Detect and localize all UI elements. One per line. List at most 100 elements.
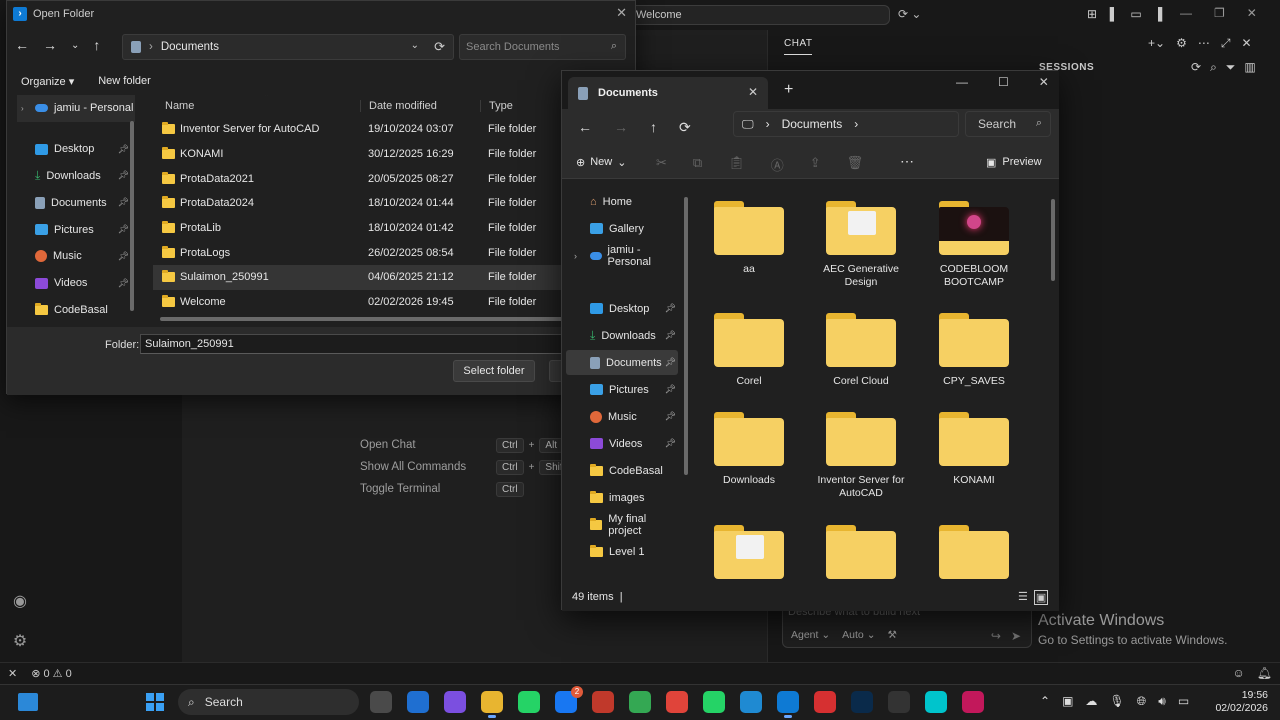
remote-icon[interactable]: ✕ bbox=[8, 667, 17, 680]
file-explorer-icon[interactable] bbox=[481, 691, 503, 718]
chrome-icon[interactable] bbox=[629, 691, 651, 713]
address-bar[interactable]: 🖵︎ › Documents › bbox=[733, 111, 959, 137]
close-tab-icon[interactable]: ✕ bbox=[748, 85, 758, 99]
defender-icon[interactable] bbox=[407, 691, 429, 713]
folder-tile[interactable]: Corel bbox=[699, 313, 799, 388]
task-view-icon[interactable] bbox=[370, 691, 392, 713]
tree-item-pictures[interactable]: Pictures 📌︎ bbox=[17, 216, 135, 243]
problems-status[interactable]: ⊗ 0 ⚠ 0 bbox=[31, 667, 72, 680]
minimize-icon[interactable]: — bbox=[956, 75, 968, 89]
folder-tile[interactable] bbox=[924, 525, 1024, 579]
volume-icon[interactable]: 🔊︎ bbox=[1158, 694, 1166, 709]
nav-item-gallery[interactable]: Gallery bbox=[566, 216, 678, 241]
new-chat-icon[interactable]: +⌄ bbox=[1148, 36, 1165, 51]
tree-item-codebasal[interactable]: CodeBasal bbox=[17, 297, 135, 323]
widgets-icon[interactable] bbox=[18, 693, 38, 711]
organize-button[interactable]: Organize ▾ bbox=[21, 75, 74, 88]
chevron-down-icon[interactable]: ⌄ bbox=[411, 40, 419, 51]
whatsapp-2-icon[interactable] bbox=[703, 691, 725, 713]
copilot-menu-icon[interactable]: ⟳ ⌄ bbox=[898, 7, 921, 21]
chat-settings-icon[interactable]: ⚙ bbox=[1176, 36, 1187, 51]
forward-arrow-icon[interactable]: → bbox=[614, 119, 628, 136]
refresh-icon[interactable]: ⟳ bbox=[434, 39, 445, 55]
microphone-icon[interactable]: 🎙︎ bbox=[1109, 694, 1124, 709]
folder-tile[interactable]: Inventor Server for AutoCAD bbox=[811, 412, 911, 500]
tray-app-icon[interactable]: ▣ bbox=[1062, 694, 1073, 709]
more-options-icon[interactable]: ⋯ bbox=[900, 153, 914, 170]
minimize-icon[interactable]: — bbox=[1180, 6, 1192, 20]
close-icon[interactable]: ✕ bbox=[616, 5, 627, 21]
layout-icon[interactable]: ▥ bbox=[1244, 60, 1255, 75]
clock[interactable]: 19:56 02/02/2026 bbox=[1214, 689, 1268, 715]
rename-icon[interactable]: Ⓐ bbox=[771, 155, 784, 174]
list-item[interactable]: ProtaData2021 20/05/2025 08:27 File fold… bbox=[153, 166, 573, 191]
back-arrow-icon[interactable]: ← bbox=[578, 119, 592, 136]
agent-mode-dropdown[interactable]: Agent ⌄ bbox=[791, 629, 830, 641]
folder-tile[interactable]: CODEBLOOM BOOTCAMP bbox=[924, 201, 1024, 289]
list-item[interactable]: ProtaData2024 18/10/2024 01:44 File fold… bbox=[153, 191, 573, 216]
chevron-up-icon[interactable]: ⌃ bbox=[1040, 694, 1050, 709]
close-icon[interactable]: ✕ bbox=[1247, 6, 1257, 20]
toggle-secondary-sidebar-icon[interactable]: ▐ bbox=[1150, 6, 1166, 22]
refresh-icon[interactable]: ⟳ bbox=[1191, 60, 1201, 75]
wps-icon[interactable] bbox=[814, 691, 836, 713]
nav-item-music[interactable]: Music 📌︎ bbox=[566, 404, 678, 429]
nav-item-documents[interactable]: Documents 📌︎ bbox=[566, 350, 678, 375]
details-view-icon[interactable]: ☰ bbox=[1018, 590, 1028, 605]
search-input[interactable]: Search Documents ⌕ bbox=[459, 34, 626, 60]
restore-icon[interactable]: ❐ bbox=[1214, 6, 1225, 20]
tree-item-documents[interactable]: Documents 📌︎ bbox=[17, 189, 135, 216]
breadcrumb-separator-icon[interactable]: › bbox=[766, 117, 770, 131]
cut-icon[interactable]: ✂ bbox=[656, 155, 667, 174]
large-icons-view-icon[interactable]: ▣ bbox=[1033, 590, 1049, 605]
nav-item-level-1[interactable]: Level 1 bbox=[566, 539, 678, 564]
folder-name-input[interactable]: Sulaimon_250991 bbox=[140, 334, 620, 354]
new-folder-button[interactable]: New folder bbox=[98, 75, 151, 88]
up-arrow-icon[interactable]: ↑ bbox=[650, 119, 657, 136]
nav-scrollbar[interactable] bbox=[684, 197, 688, 475]
network-icon[interactable]: 🌐︎ bbox=[1137, 694, 1147, 709]
preview-button[interactable]: ▣ Preview bbox=[986, 156, 1042, 169]
column-date-modified[interactable]: Date modified bbox=[360, 100, 480, 112]
address-bar[interactable]: › Documents ⌄ ⟳ bbox=[122, 34, 454, 60]
maximize-panel-icon[interactable]: ⤢ bbox=[1221, 36, 1231, 51]
nav-item-downloads[interactable]: ⤓ Downloads 📌︎ bbox=[566, 323, 678, 348]
new-tab-icon[interactable]: + bbox=[784, 81, 793, 99]
capcut-icon[interactable] bbox=[888, 691, 910, 713]
list-item[interactable]: Welcome 02/02/2026 19:45 File folder bbox=[153, 290, 573, 315]
new-button[interactable]: ⊕ New ⌄ bbox=[576, 156, 626, 169]
close-panel-icon[interactable]: ✕ bbox=[1241, 36, 1251, 51]
folder-tile[interactable]: aa bbox=[699, 201, 799, 276]
nav-item-pictures[interactable]: Pictures 📌︎ bbox=[566, 377, 678, 402]
tree-item-music[interactable]: Music 📌︎ bbox=[17, 243, 135, 270]
vscode-icon[interactable] bbox=[777, 691, 799, 718]
list-item-selected[interactable]: Sulaimon_250991 04/06/2025 21:12 File fo… bbox=[153, 265, 573, 290]
notifications-bell-icon[interactable]: 🔔︎ bbox=[1257, 666, 1272, 680]
close-icon[interactable]: ✕ bbox=[1039, 75, 1049, 89]
tree-item-videos[interactable]: Videos 📌︎ bbox=[17, 270, 135, 297]
forward-arrow-icon[interactable]: → bbox=[43, 37, 57, 53]
column-name[interactable]: Name bbox=[153, 100, 360, 112]
snipping-icon[interactable] bbox=[962, 691, 984, 713]
nav-item-images[interactable]: images bbox=[566, 485, 678, 510]
address-text[interactable]: Documents bbox=[782, 117, 843, 131]
tools-icon[interactable]: ⚒ bbox=[888, 629, 897, 641]
delegate-icon[interactable]: ↪ bbox=[991, 629, 1001, 643]
command-center[interactable]: Welcome bbox=[625, 5, 890, 25]
copilot-icon[interactable] bbox=[444, 691, 466, 713]
list-item[interactable]: KONAMI 30/12/2025 16:29 File folder bbox=[153, 142, 573, 167]
tree-item-onedrive[interactable]: › jamiu - Personal bbox=[17, 95, 135, 122]
search-input[interactable]: Search ⌕ bbox=[965, 111, 1051, 137]
nav-item-onedrive[interactable]: › jamiu - Personal bbox=[566, 243, 678, 268]
nav-item-codebasal[interactable]: CodeBasal bbox=[566, 458, 678, 483]
list-item[interactable]: ProtaLib 18/10/2024 01:42 File folder bbox=[153, 216, 573, 241]
refresh-icon[interactable]: ⟳ bbox=[679, 119, 691, 136]
onedrive-icon[interactable]: ☁ bbox=[1085, 694, 1097, 709]
nav-item-videos[interactable]: Videos 📌︎ bbox=[566, 431, 678, 456]
folder-tile[interactable] bbox=[811, 525, 911, 579]
send-icon[interactable]: ➤ bbox=[1011, 629, 1021, 643]
column-type[interactable]: Type bbox=[480, 100, 513, 112]
tab-documents[interactable]: Documents ✕ bbox=[568, 77, 768, 109]
taskbar-search[interactable]: ⌕ Search bbox=[178, 689, 359, 715]
tree-item-desktop[interactable]: Desktop 📌︎ bbox=[17, 136, 135, 163]
